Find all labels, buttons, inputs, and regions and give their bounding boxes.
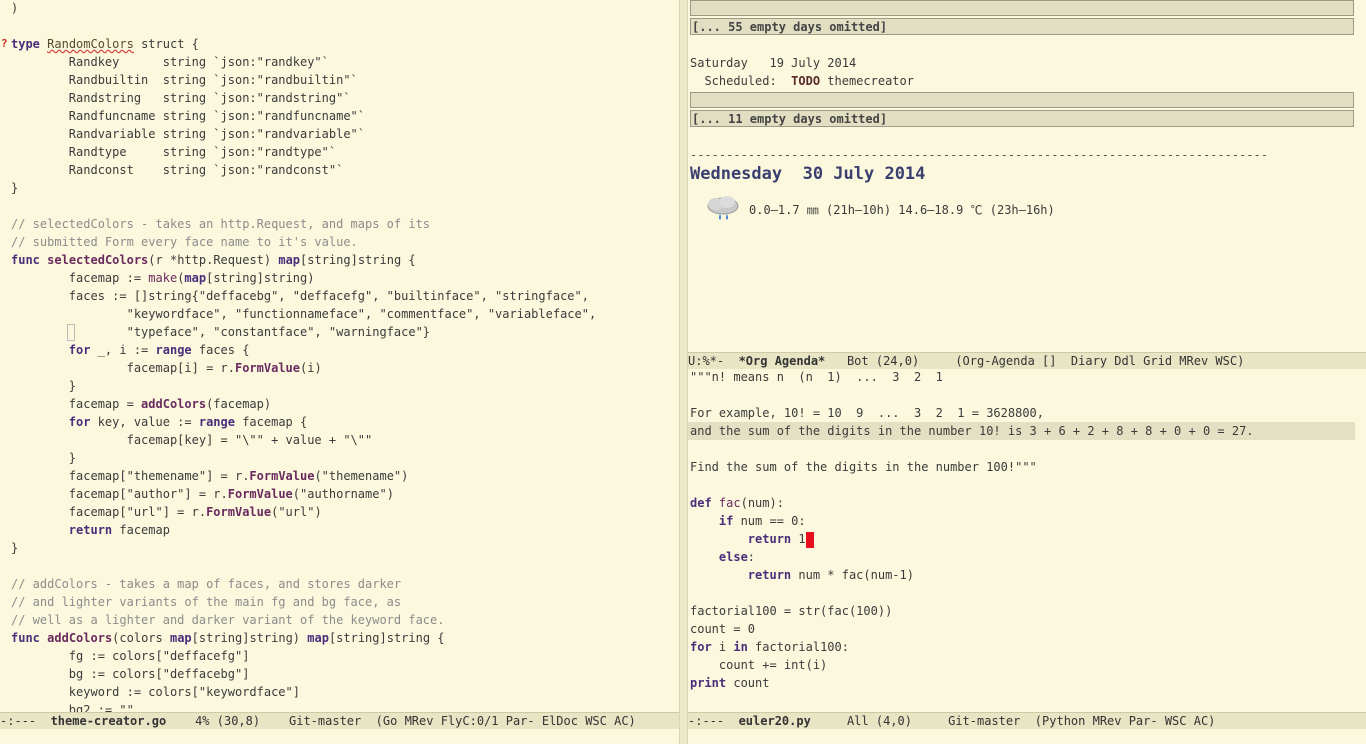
code-line: and the sum of the digits in the number … [690,424,1254,438]
go-mode-line[interactable]: -:--- theme-creator.go 4% (30,8) Git-mas… [0,712,679,729]
agenda-separator [690,92,1354,108]
go-editor-pane[interactable]: ? ) type RandomColors struct { Randkey s… [0,0,679,712]
buffer-name: theme-creator.go [50,714,167,728]
code-line: Randtype string `json:"randtype"` [11,145,337,159]
code-line: Randkey string `json:"randkey"` [11,55,329,69]
agenda-day-saturday: Saturday 19 July 2014 [690,56,857,70]
code-line: count = 0 [690,622,756,636]
code-line: factorial100 = str(fac(100)) [690,604,893,618]
code-line: Randvariable string `json:"randvariable"… [11,127,366,141]
code-line: } [11,451,77,465]
code-line: for key, value := range facemap { [68,415,308,429]
flycheck-warning-icon: ? [1,37,8,50]
code-line: func selectedColors(r *http.Request) map… [11,253,416,267]
code-line: facemap["author"] = r.FormValue("authorn… [11,487,394,501]
code-comment: // and lighter variants of the main fg a… [11,595,402,609]
code-line: if num == 0: [690,514,806,528]
code-line: return num * fac(num-1) [690,568,914,582]
agenda-separator [690,0,1354,16]
code-line: Find the sum of the digits in the number… [690,460,1037,474]
code-line: ) [11,1,19,15]
code-line: print count [690,676,770,690]
code-comment: // addColors - takes a map of faces, and… [11,577,402,591]
code-line: return 1 [690,530,814,548]
code-line: else: [690,550,756,564]
code-line: facemap[key] = "\"" + value + "\"" [11,433,373,447]
code-line: keyword := colors["keywordface"] [11,685,300,699]
code-line: } [11,181,19,195]
code-line: "keywordface", "functionnameface", "comm… [11,307,597,321]
code-line: fg := colors["deffacefg"] [11,649,250,663]
code-line: facemap[i] = r.FormValue(i) [11,361,322,375]
code-line: bg := colors["deffacebg"] [11,667,250,681]
code-line: bg2 := "" [11,703,134,712]
buffer-name: euler20.py [738,714,811,728]
weather-forecast: 0.0–1.7 ㎜ (21h–10h) 14.6–18.9 ℃ (23h–16h… [749,203,1055,217]
buffer-name: *Org Agenda* [738,354,826,368]
code-line: facemap := make(map[string]string) [11,271,315,285]
python-editor-pane[interactable]: """n! means n (n 1) ... 3 2 1 For exampl… [688,370,1366,712]
code-line: for i in factorial100: [690,640,849,654]
code-line: for _, i := range faces { [68,343,250,357]
code-line: Randstring string `json:"randstring"` [11,91,351,105]
code-line: facemap = addColors(facemap) [11,397,272,411]
code-line: Randbuiltin string `json:"randbuiltin"` [11,73,358,87]
agenda-omitted-days: [... 11 empty days omitted] [690,110,1354,127]
window-divider[interactable] [679,0,688,744]
code-line: } [11,379,77,393]
agenda-omitted-days: [... 55 empty days omitted] [690,18,1354,35]
code-comment: // selectedColors - takes an http.Reques… [11,217,431,231]
python-mode-line[interactable]: -:--- euler20.py All (4,0) Git-master (P… [688,712,1366,729]
code-line: faces := []string{"deffacebg", "deffacef… [11,289,589,303]
agenda-week-separator: ----------------------------------------… [690,148,1268,162]
todo-keyword: TODO [791,74,821,88]
code-line: func addColors(colors map[string]string)… [11,631,445,645]
code-line: } [11,541,19,555]
code-line: def fac(num): [690,496,784,510]
agenda-day-today: Wednesday 30 July 2014 [690,164,926,184]
code-line: Randconst string `json:"randconst"` [11,163,344,177]
agenda-scheduled-item[interactable]: Scheduled: TODO themecreator [690,72,914,90]
code-line: For example, 10! = 10 9 ... 3 2 1 = 3628… [690,406,1045,420]
code-comment: // well as a lighter and darker variant … [11,613,445,627]
code-line: type RandomColors struct { [11,37,199,51]
agenda-mode-line[interactable]: U:%*- *Org Agenda* Bot (24,0) (Org-Agend… [688,352,1366,369]
code-comment: // submitted Form every face name to it'… [11,235,358,249]
code-line: facemap["themename"] = r.FormValue("them… [11,469,409,483]
code-line: return facemap [68,523,170,537]
rain-cloud-icon [704,194,742,227]
code-line: count += int(i) [690,658,828,672]
code-line: Randfuncname string `json:"randfuncname"… [11,109,366,123]
text-cursor [805,531,814,548]
code-line: """n! means n (n 1) ... 3 2 1 [690,370,943,384]
code-line: "typeface", "constantface", "warningface… [11,325,431,339]
code-line: facemap["url"] = r.FormValue("url") [11,505,322,519]
